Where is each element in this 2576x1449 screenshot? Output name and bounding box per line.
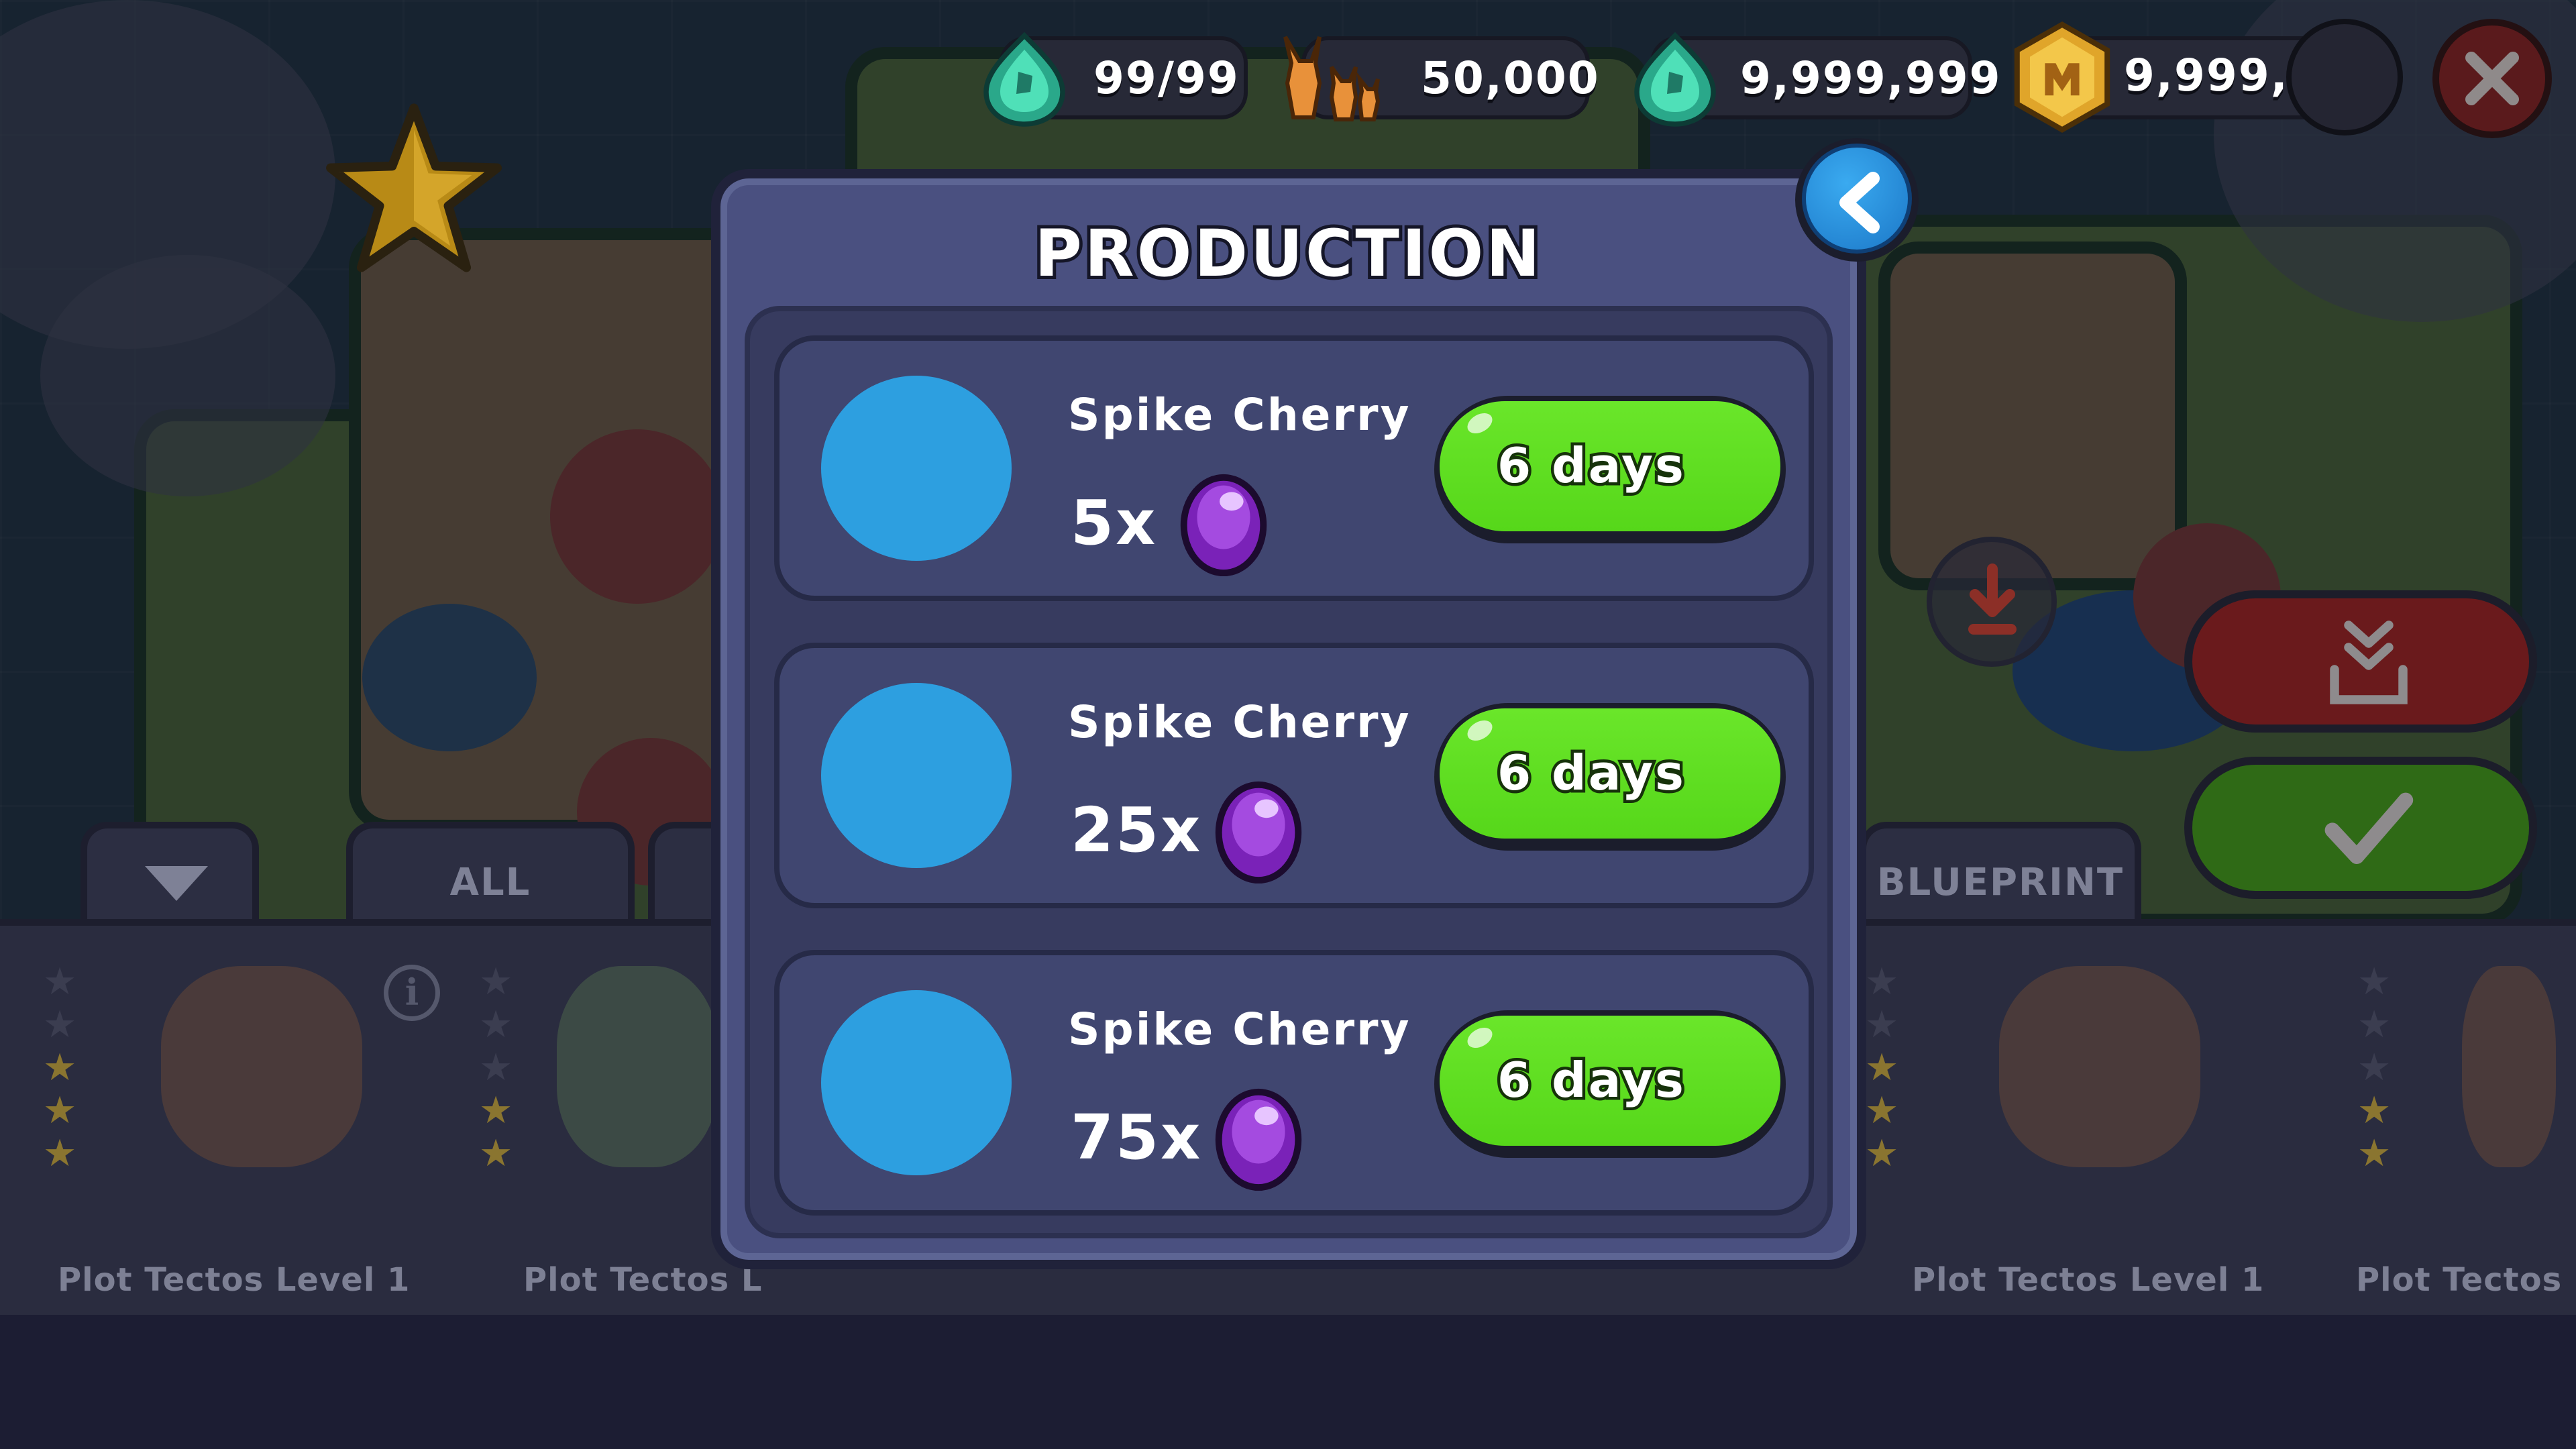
production-row: Spike Cherry 75x 6 days [774, 950, 1814, 1216]
teal-gem-icon [1634, 32, 1716, 127]
chevron-down-icon [145, 866, 208, 901]
duration-label: 6 days [1495, 742, 1687, 804]
reward-quantity: 5x [1071, 487, 1158, 559]
duration-label: 6 days [1495, 1049, 1687, 1112]
currency-value: 99/99 [1093, 52, 1240, 104]
star-empty-icon: ★ [479, 1046, 513, 1089]
start-production-button[interactable]: 6 days [1434, 396, 1786, 543]
inventory-card-label: Plot Tectos Level 1 [1912, 1261, 2265, 1299]
modal-title: PRODUCTION [1031, 213, 1543, 294]
start-production-button-face: 6 days [1440, 401, 1780, 531]
inventory-card-label: Plot Tectos Level 1 [58, 1261, 411, 1299]
star-empty-icon: ★ [2357, 1003, 2392, 1046]
inventory-card[interactable]: ★ ★ ★ ★ ★ Plot Tectos L [470, 953, 761, 1299]
star-filled-icon: ★ [1865, 1046, 1899, 1089]
back-button[interactable] [1795, 138, 1919, 262]
star-empty-icon: ★ [479, 1003, 513, 1046]
reward-quantity: 25x [1071, 794, 1203, 866]
store-down-icon [2330, 621, 2408, 704]
inventory-card-label: Plot Tectos L [523, 1261, 763, 1299]
purple-egg-icon [1180, 474, 1267, 577]
star-empty-icon: ★ [43, 960, 77, 1004]
currency-value: 9,999,999 [1740, 52, 2002, 104]
star-icon[interactable] [323, 101, 504, 275]
chevron-left-icon [1839, 172, 1880, 233]
button-shine [1464, 1023, 1496, 1053]
teal-gem-icon [983, 32, 1065, 127]
star-empty-icon: ★ [2357, 1046, 2392, 1089]
product-name: Spike Cherry [1068, 389, 1411, 441]
star-filled-icon: ★ [2357, 1089, 2392, 1132]
help-button[interactable] [2286, 19, 2403, 136]
plot-thumbnail [161, 966, 362, 1167]
close-icon [2465, 52, 2519, 105]
button-shine [1464, 716, 1496, 745]
start-production-button-face: 6 days [1440, 1016, 1780, 1146]
currency-value: 50,000 [1421, 52, 1600, 104]
star-filled-icon: ★ [1865, 1089, 1899, 1132]
product-thumbnail [821, 683, 1012, 868]
star-empty-icon: ★ [479, 960, 513, 1004]
plot-thumbnail [1999, 966, 2200, 1167]
store-down-button[interactable] [2184, 590, 2537, 733]
plot-thumbnail [557, 966, 718, 1167]
product-name: Spike Cherry [1068, 696, 1411, 748]
star-filled-icon: ★ [43, 1089, 77, 1132]
reward-quantity: 75x [1071, 1102, 1203, 1173]
start-production-button-face: 6 days [1440, 708, 1780, 839]
inventory-card-label: Plot Tectos L [2356, 1261, 2576, 1299]
star-empty-icon: ★ [2357, 960, 2392, 1004]
close-button[interactable] [2432, 19, 2552, 138]
tab-all-label: ALL [449, 861, 531, 904]
check-icon [2324, 792, 2414, 864]
star-empty-icon: ★ [43, 1003, 77, 1046]
production-row: Spike Cherry 5x 6 days [774, 335, 1814, 601]
confirm-button[interactable] [2184, 757, 2537, 899]
star-filled-icon: ★ [479, 1089, 513, 1132]
button-shine [1464, 409, 1496, 438]
tab-blueprint-label: BLUEPRINT [1876, 861, 2125, 904]
star-empty-icon: ★ [1865, 1003, 1899, 1046]
production-modal: PRODUCTION Spike Cherry 5x 6 days Spike … [711, 169, 1866, 1269]
start-production-button[interactable]: 6 days [1434, 703, 1786, 851]
product-thumbnail [821, 376, 1012, 561]
gold-coin-icon [2014, 21, 2110, 133]
purple-egg-icon [1215, 781, 1302, 884]
duration-label: 6 days [1495, 435, 1687, 497]
star-filled-icon: ★ [1865, 1132, 1899, 1175]
star-filled-icon: ★ [479, 1132, 513, 1175]
plot-thumbnail [2462, 966, 2556, 1167]
star-empty-icon: ★ [1865, 960, 1899, 1004]
production-row: Spike Cherry 25x 6 days [774, 643, 1814, 908]
download-icon [1968, 564, 2017, 635]
production-list: Spike Cherry 5x 6 days Spike Cherry 25x [745, 306, 1833, 1238]
back-button-face [1802, 144, 1912, 254]
download-toggle-button[interactable] [1927, 537, 2057, 667]
inventory-card[interactable]: ★ ★ ★ ★ ★ Plot Tectos Level 1 [1865, 953, 2267, 1299]
inventory-card[interactable]: ★ ★ ★ ★ ★ Plot Tectos L [2294, 953, 2576, 1299]
star-filled-icon: ★ [43, 1046, 77, 1089]
orange-horn-icon [1283, 36, 1381, 121]
star-filled-icon: ★ [43, 1132, 77, 1175]
purple-egg-icon [1215, 1088, 1302, 1191]
product-thumbnail [821, 990, 1012, 1175]
inventory-card[interactable]: ★ ★ ★ ★ ★ Plot Tectos Level 1 [40, 953, 443, 1299]
start-production-button[interactable]: 6 days [1434, 1010, 1786, 1158]
star-filled-icon: ★ [2357, 1132, 2392, 1175]
product-name: Spike Cherry [1068, 1004, 1411, 1055]
